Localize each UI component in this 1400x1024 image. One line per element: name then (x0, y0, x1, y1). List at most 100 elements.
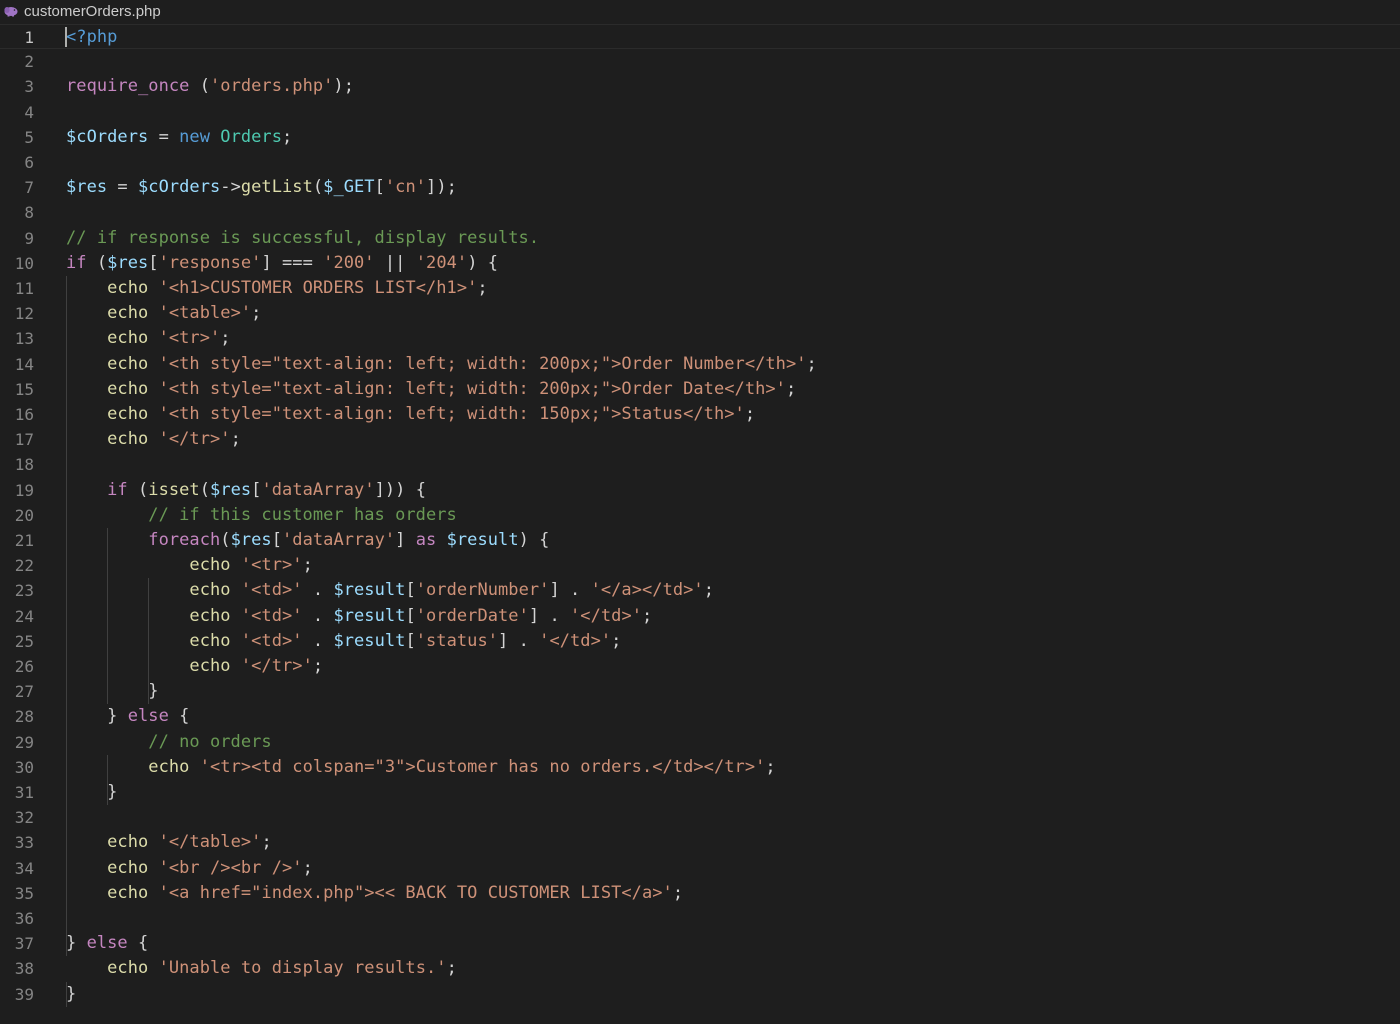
code-token: else (86, 933, 128, 954)
code-token: '<a href="index.php"><< BACK TO CUSTOMER… (158, 882, 673, 903)
code-line[interactable]: 13 echo '<tr>'; (0, 326, 1400, 351)
code-line[interactable]: 22 echo '<tr>'; (0, 553, 1400, 578)
code-line[interactable]: 19 if (isset($res['dataArray'])) { (0, 478, 1400, 503)
code-token: { (168, 706, 190, 727)
line-number: 5 (24, 127, 34, 147)
code-token: echo (107, 429, 149, 450)
code-line[interactable]: 30 echo '<tr><td colspan="3">Customer ha… (0, 755, 1400, 780)
code-token: as (415, 530, 437, 550)
tab-file-name[interactable]: customerOrders.php (24, 3, 161, 21)
code-line[interactable]: 7 $res = $cOrders->getList($_GET['cn']); (0, 175, 1400, 200)
code-line[interactable]: 11 echo '<h1>CUSTOMER ORDERS LIST</h1>'; (0, 276, 1400, 301)
code-line[interactable]: 38 echo 'Unable to display results.'; (0, 956, 1400, 981)
code-token: ; (703, 580, 715, 601)
code-text: echo '<tr>'; (66, 553, 313, 578)
line-number: 18 (14, 455, 34, 475)
code-token: ; (230, 429, 241, 450)
code-token: '<th style="text-align: left; width: 200… (158, 378, 786, 399)
code-token: '</tr>' (158, 429, 231, 450)
code-token: [ (271, 530, 283, 550)
code-token: '<th style="text-align: left; width: 200… (158, 353, 807, 374)
code-line[interactable]: 12 echo '<table>'; (0, 301, 1400, 326)
code-line[interactable]: 9 // if response is successful, display r… (0, 226, 1400, 251)
code-text: <?php (66, 25, 117, 50)
code-text: } (66, 982, 76, 1007)
line-number: 25 (14, 631, 34, 651)
code-token: '<h1>CUSTOMER ORDERS LIST</h1>' (158, 278, 478, 298)
code-line[interactable]: 18 (0, 452, 1400, 477)
code-token: ); (333, 76, 354, 97)
code-line[interactable]: 16 echo '<th style="text-align: left; wi… (0, 402, 1400, 427)
code-line[interactable]: 24 echo '<td>' . $result['orderDate'] . … (0, 604, 1400, 629)
line-number: 12 (14, 304, 34, 324)
code-line[interactable]: 32 (0, 805, 1400, 830)
code-line[interactable]: 17 echo '</tr>'; (0, 427, 1400, 452)
code-token: ] (395, 530, 416, 550)
code-token: . (302, 630, 334, 651)
code-token: '<td>' (240, 580, 303, 601)
code-line[interactable]: 4 (0, 100, 1400, 125)
code-token: || (374, 252, 416, 273)
code-editor[interactable]: 1 <?php 2 3 require_once ('orders.php'); 4 5 $c… (0, 24, 1400, 1024)
code-line[interactable]: 27 } (0, 679, 1400, 704)
code-line[interactable]: 39} (0, 982, 1400, 1007)
code-line[interactable]: 29 // no orders (0, 730, 1400, 755)
code-line[interactable]: 8 (0, 200, 1400, 225)
code-line[interactable]: 14 echo '<th style="text-align: left; wi… (0, 352, 1400, 377)
line-number: 21 (14, 531, 34, 550)
code-line[interactable]: 35 echo '<a href="index.php"><< BACK TO … (0, 881, 1400, 906)
code-token: if (66, 252, 87, 273)
code-line[interactable]: 1 <?php (0, 24, 1400, 50)
code-line[interactable]: 34 echo '<br /><br />'; (0, 856, 1400, 881)
code-token: ; (302, 555, 313, 576)
code-text: echo '</tr>'; (66, 427, 241, 452)
code-token: echo (189, 580, 231, 601)
code-line[interactable]: 26 echo '</tr>'; (0, 654, 1400, 679)
code-line[interactable]: 25 echo '<td>' . $result['status'] . '</… (0, 629, 1400, 654)
code-line[interactable]: 2 (0, 49, 1400, 74)
code-text: // if response is successful, display re… (66, 226, 539, 251)
indent-guide (106, 528, 108, 705)
code-token: echo (189, 630, 231, 651)
code-token: $cOrders (138, 177, 221, 198)
code-token: ])) { (374, 479, 427, 500)
line-number: 17 (14, 430, 34, 450)
code-token: ; (220, 328, 231, 349)
code-token: $result (333, 605, 406, 626)
code-line[interactable]: 5 $cOrders = new Orders; (0, 125, 1400, 150)
code-line[interactable]: 3 require_once ('orders.php'); (0, 74, 1400, 99)
code-token: [ (405, 630, 416, 651)
code-token: echo (189, 656, 231, 676)
code-line[interactable]: 31 } (0, 780, 1400, 805)
code-line[interactable]: 37} else { (0, 931, 1400, 956)
code-text: echo '<td>' . $result['orderNumber'] . '… (66, 578, 714, 603)
code-token: if (107, 479, 128, 500)
code-line[interactable]: 36 (0, 906, 1400, 931)
code-token: '204' (415, 252, 468, 273)
line-number: 31 (14, 783, 34, 802)
code-line[interactable]: 23 echo '<td>' . $result['orderNumber'] … (0, 578, 1400, 603)
code-line[interactable]: 33 echo '</table>'; (0, 830, 1400, 855)
code-line[interactable]: 21 foreach($res['dataArray'] as $result)… (0, 528, 1400, 553)
code-line[interactable]: 20 // if this customer has orders (0, 503, 1400, 528)
code-line[interactable]: 10 if ($res['response'] === '200' || '204… (0, 251, 1400, 276)
code-line[interactable]: 28 } else { (0, 704, 1400, 729)
line-number: 28 (14, 707, 34, 727)
code-line[interactable]: 6 (0, 150, 1400, 175)
line-number: 8 (24, 203, 34, 223)
code-token: [ (405, 605, 416, 626)
code-token: else (127, 706, 169, 727)
code-token: $res (210, 479, 252, 500)
code-token: echo (107, 404, 149, 424)
code-text: echo '<h1>CUSTOMER ORDERS LIST</h1>'; (66, 276, 488, 301)
code-line[interactable]: 15 echo '<th style="text-align: left; wi… (0, 377, 1400, 402)
